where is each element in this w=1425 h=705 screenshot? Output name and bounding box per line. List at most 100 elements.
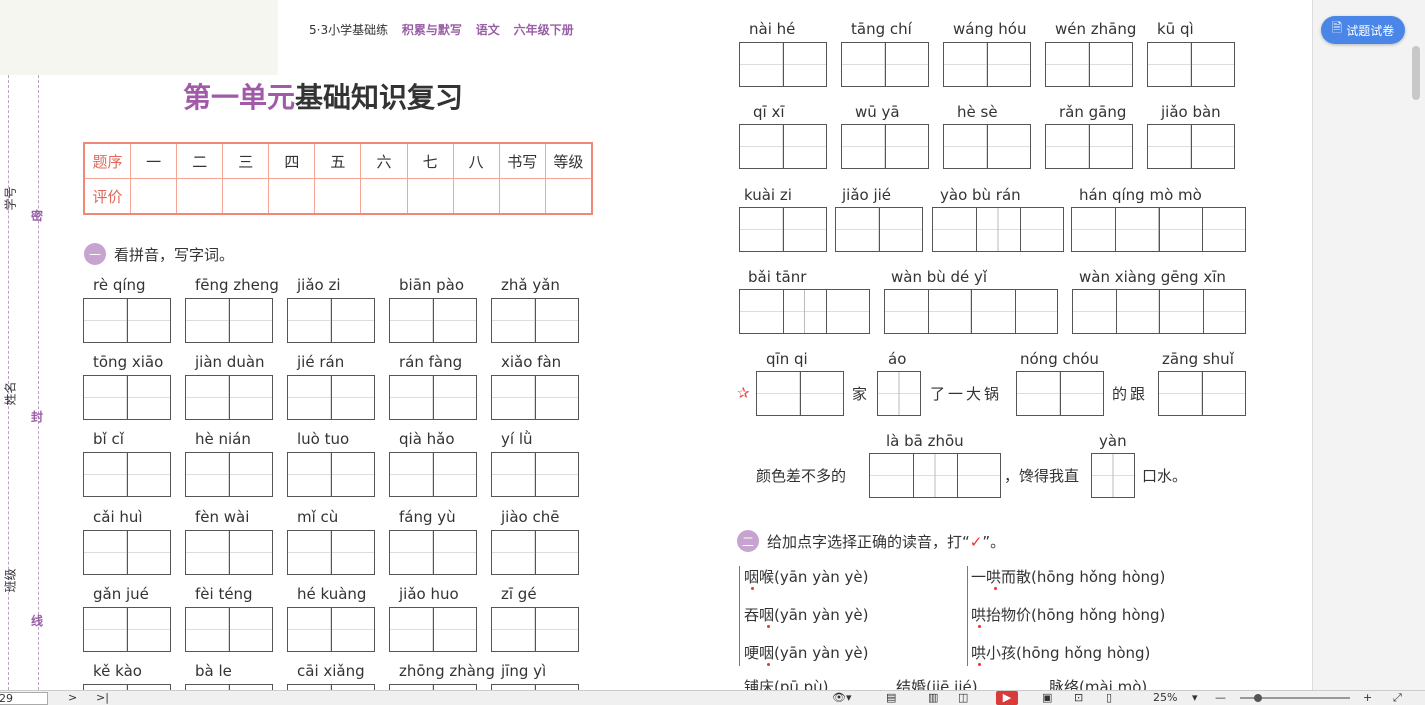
pinyin-label: cǎi huì bbox=[93, 508, 143, 526]
header-subject: 语文 bbox=[475, 23, 500, 37]
score-col: 书写 bbox=[498, 142, 546, 179]
page-number-input[interactable]: 29 bbox=[0, 692, 48, 705]
emphasis-dot bbox=[751, 587, 754, 590]
sentence-text: 了一大锅 bbox=[930, 385, 1003, 403]
score-cell bbox=[452, 178, 500, 215]
writing-box bbox=[185, 530, 273, 575]
reading-item: 吞咽(yān yàn yè) bbox=[744, 606, 869, 624]
exam-paper-icon: 🗎 bbox=[1331, 21, 1343, 36]
writing-box bbox=[83, 530, 171, 575]
pinyin-label: tōng xiāo bbox=[93, 353, 164, 371]
pinyin-label: tāng chí bbox=[851, 20, 912, 38]
writing-box bbox=[389, 298, 477, 343]
writing-box bbox=[756, 371, 844, 416]
writing-box bbox=[389, 452, 477, 497]
pinyin-label: jiǎo bàn bbox=[1161, 103, 1221, 121]
pinyin-label: rǎn gāng bbox=[1059, 103, 1127, 121]
score-col: 四 bbox=[268, 142, 316, 179]
pinyin-label: nài hé bbox=[749, 20, 796, 38]
vertical-scrollbar-thumb[interactable] bbox=[1412, 46, 1420, 100]
score-col: 一 bbox=[130, 142, 178, 179]
zoom-slider[interactable] bbox=[1240, 691, 1350, 705]
pinyin-label: jiǎo huo bbox=[399, 585, 459, 603]
score-cell bbox=[314, 178, 362, 215]
writing-box bbox=[943, 42, 1031, 87]
play-icon[interactable]: ▶ bbox=[996, 691, 1018, 705]
page-corner-shade bbox=[0, 0, 278, 75]
fit-page-icon[interactable]: ▣ bbox=[1042, 691, 1052, 705]
section-two-badge: 二 bbox=[737, 530, 759, 552]
sentence-pinyin: yàn bbox=[1099, 432, 1127, 450]
score-cell bbox=[130, 178, 178, 215]
pinyin-label: yí lǜ bbox=[501, 430, 533, 448]
reading-item: 结婚(jiē jié) bbox=[896, 678, 978, 690]
sentence-pinyin: qīn qi bbox=[766, 350, 808, 368]
pinyin-label: wàn bù dé yǐ bbox=[891, 268, 988, 286]
writing-box bbox=[835, 207, 923, 252]
section-one-badge: 一 bbox=[84, 243, 106, 265]
section-two-title: 给加点字选择正确的读音，打“✓”。 bbox=[767, 531, 1005, 552]
writing-box bbox=[943, 124, 1031, 169]
score-col: 等级 bbox=[544, 142, 593, 179]
fullscreen-icon[interactable]: ⤢ bbox=[1393, 691, 1402, 705]
pinyin-label: cāi xiǎng bbox=[297, 662, 365, 680]
score-col: 七 bbox=[406, 142, 454, 179]
reading-item: 哄小孩(hōng hǒng hòng) bbox=[971, 644, 1151, 662]
sentence-pinyin: zāng shuǐ bbox=[1162, 350, 1234, 368]
zoom-level[interactable]: 25% bbox=[1153, 691, 1177, 705]
pinyin-label: gǎn jué bbox=[93, 585, 149, 603]
pinyin-label: jiǎo zi bbox=[297, 276, 341, 294]
writing-box bbox=[739, 289, 870, 334]
sentence-text: 颜色差不多的 bbox=[756, 467, 847, 485]
sentence-text: 口水。 bbox=[1142, 467, 1188, 485]
score-cell bbox=[406, 178, 454, 215]
star-icon: ✰ bbox=[737, 384, 750, 402]
seal-xian: 线 bbox=[31, 614, 44, 628]
zoom-out-button[interactable]: — bbox=[1215, 691, 1226, 705]
writing-box bbox=[185, 607, 273, 652]
reading-item: 铺床(pū pù) bbox=[744, 678, 829, 690]
writing-box bbox=[287, 607, 375, 652]
pinyin-label: wáng hóu bbox=[953, 20, 1027, 38]
bookmark-icon[interactable]: ▯ bbox=[1106, 691, 1112, 705]
two-page-icon[interactable]: ◫ bbox=[958, 691, 968, 705]
zoom-in-button[interactable]: + bbox=[1363, 691, 1372, 705]
writing-box bbox=[884, 289, 1058, 334]
writing-box bbox=[841, 124, 929, 169]
header-series: 5·3小学基础练 bbox=[309, 23, 389, 37]
pinyin-label: kū qì bbox=[1157, 20, 1194, 38]
pinyin-label: jiào chē bbox=[501, 508, 560, 526]
page-header: 5·3小学基础练 积累与默写 语文 六年级下册 bbox=[309, 21, 584, 38]
writing-box bbox=[739, 207, 827, 252]
pinyin-label: fáng yù bbox=[399, 508, 456, 526]
header-grade: 六年级下册 bbox=[513, 23, 574, 37]
pinyin-label: biān pào bbox=[399, 276, 465, 294]
writing-box bbox=[1071, 207, 1246, 252]
single-page-icon[interactable]: ▤ bbox=[886, 691, 896, 705]
fit-width-icon[interactable]: ⊡ bbox=[1074, 691, 1083, 705]
score-eval-label: 评价 bbox=[83, 178, 132, 215]
next-page-button[interactable]: > bbox=[68, 691, 77, 705]
last-page-button[interactable]: >| bbox=[96, 691, 109, 705]
sentence-pinyin: là bā zhōu bbox=[886, 432, 964, 450]
right-side-panel: 🗎 试题试卷 bbox=[1312, 0, 1425, 690]
writing-box bbox=[491, 375, 579, 420]
score-cell bbox=[544, 178, 593, 215]
pinyin-label: rè qíng bbox=[93, 276, 146, 294]
continuous-page-icon[interactable]: ▥ bbox=[928, 691, 938, 705]
exam-paper-button[interactable]: 🗎 试题试卷 bbox=[1321, 16, 1405, 44]
writing-box bbox=[83, 375, 171, 420]
writing-box bbox=[287, 452, 375, 497]
section-one-heading: 一 看拼音，写字词。 bbox=[84, 243, 234, 265]
pinyin-label: bǎi tānr bbox=[748, 268, 807, 286]
writing-box bbox=[1091, 453, 1135, 498]
score-table: 题序 一 二 三 四 五 六 七 八 书写 等级 评价 bbox=[83, 142, 593, 215]
zoom-dropdown-icon[interactable]: ▾ bbox=[1192, 691, 1198, 705]
score-cell bbox=[222, 178, 270, 215]
eye-icon[interactable]: 👁▾ bbox=[832, 691, 852, 705]
writing-box bbox=[83, 607, 171, 652]
writing-box bbox=[932, 207, 1064, 252]
score-col: 五 bbox=[314, 142, 362, 179]
section-two-title-pre: 给加点字选择正确的读音，打“ bbox=[767, 532, 970, 551]
pinyin-label: wū yā bbox=[855, 103, 900, 121]
